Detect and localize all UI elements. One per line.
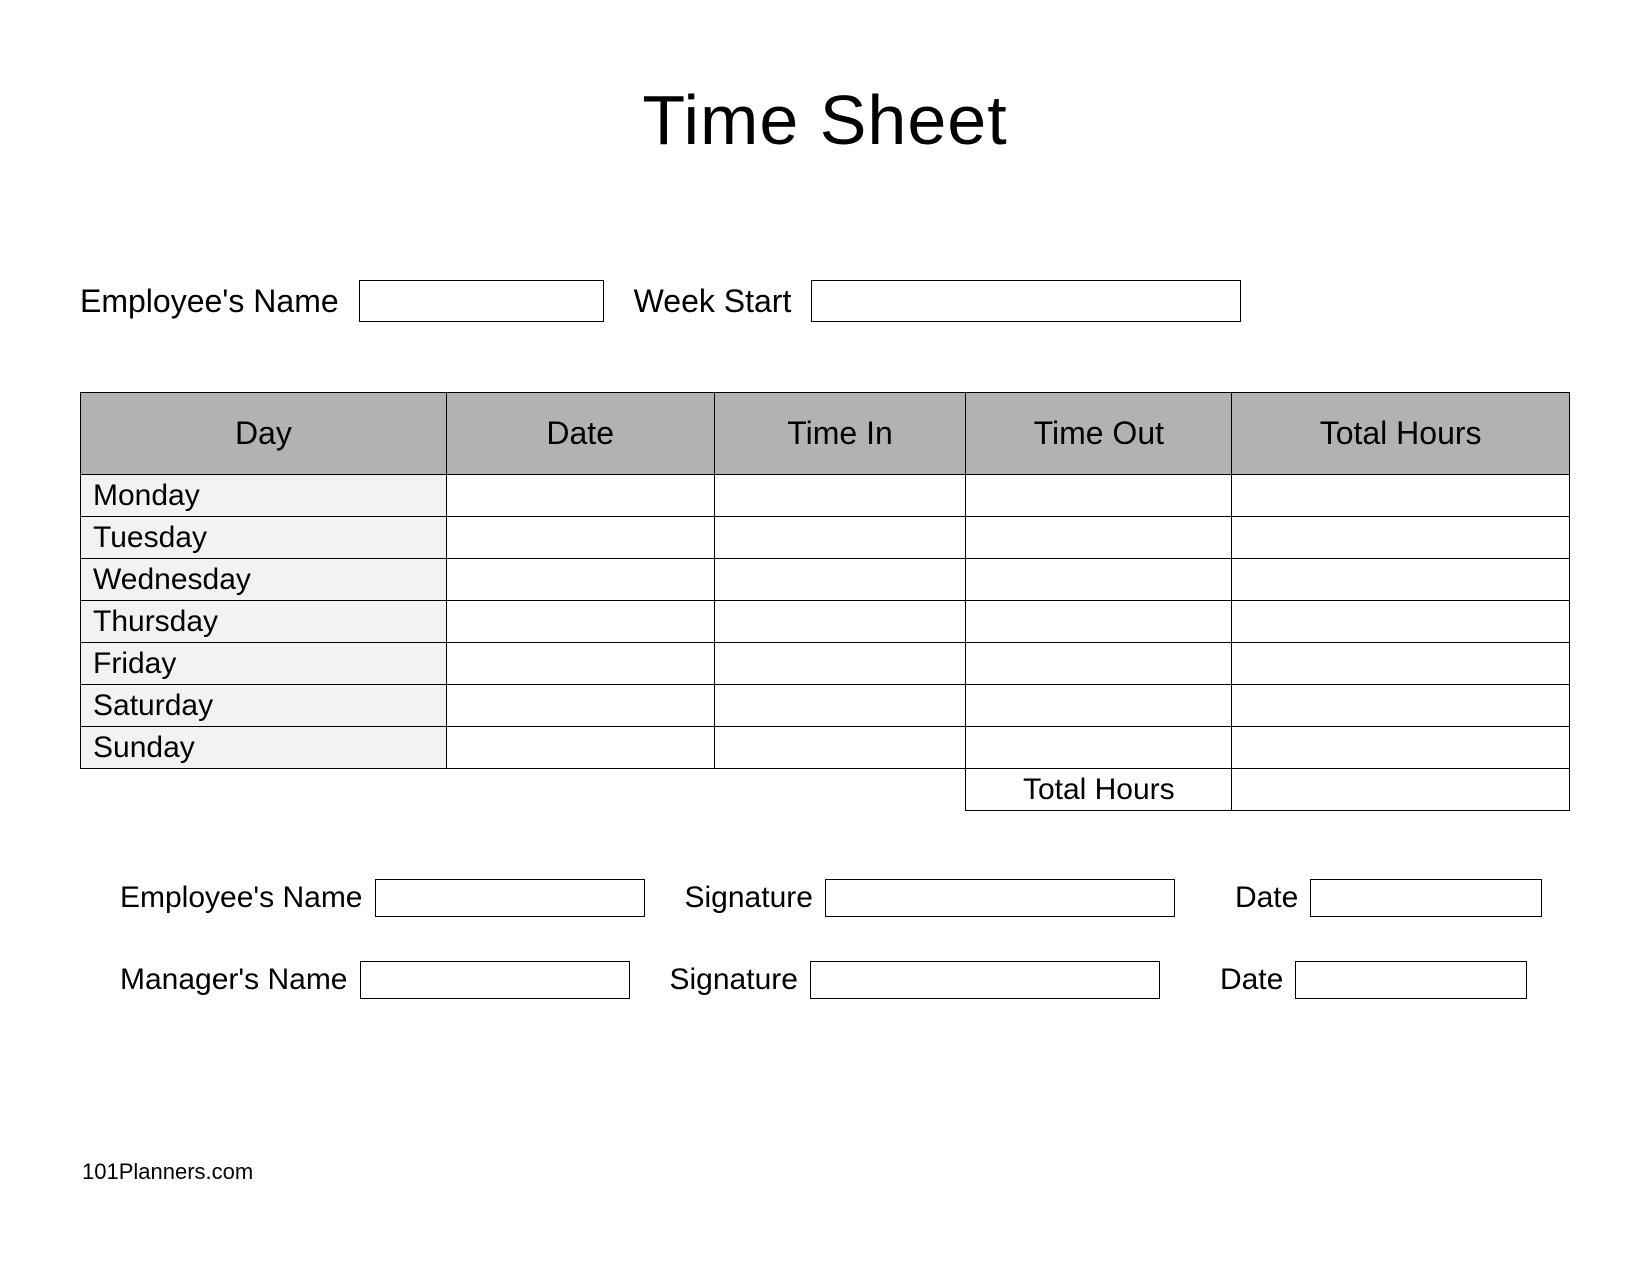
day-cell: Sunday (81, 727, 447, 769)
time-in-cell[interactable] (714, 643, 966, 685)
timesheet-table: Day Date Time In Time Out Total Hours Mo… (80, 392, 1570, 811)
date-cell[interactable] (446, 601, 714, 643)
day-cell: Saturday (81, 685, 447, 727)
signoff-section: Employee's Name Signature Date Manager's… (80, 879, 1570, 999)
employee-name-signoff-input[interactable] (375, 879, 645, 917)
attribution: 101Planners.com (82, 1159, 253, 1185)
table-row: Tuesday (81, 517, 1570, 559)
time-in-cell[interactable] (714, 727, 966, 769)
week-start-label: Week Start (634, 283, 792, 320)
date-cell[interactable] (446, 727, 714, 769)
employee-signature-input[interactable] (825, 879, 1175, 917)
employee-signature-label: Signature (685, 881, 813, 915)
date-cell[interactable] (446, 559, 714, 601)
manager-date-label: Date (1220, 963, 1283, 997)
day-cell: Thursday (81, 601, 447, 643)
header-time-in: Time In (714, 393, 966, 475)
employee-signoff-row: Employee's Name Signature Date (120, 879, 1570, 917)
time-out-cell[interactable] (966, 643, 1232, 685)
header-time-out: Time Out (966, 393, 1232, 475)
total-cell[interactable] (1232, 643, 1570, 685)
manager-signature-input[interactable] (810, 961, 1160, 999)
day-cell: Friday (81, 643, 447, 685)
time-in-cell[interactable] (714, 559, 966, 601)
employee-name-signoff-label: Employee's Name (120, 881, 363, 915)
time-out-cell[interactable] (966, 685, 1232, 727)
time-out-cell[interactable] (966, 727, 1232, 769)
time-in-cell[interactable] (714, 601, 966, 643)
employee-name-label: Employee's Name (80, 283, 339, 320)
date-cell[interactable] (446, 475, 714, 517)
table-row: Friday (81, 643, 1570, 685)
employee-date-label: Date (1235, 881, 1298, 915)
manager-date-input[interactable] (1295, 961, 1527, 999)
table-row: Sunday (81, 727, 1570, 769)
date-cell[interactable] (446, 643, 714, 685)
header-total-hours: Total Hours (1232, 393, 1570, 475)
table-row: Saturday (81, 685, 1570, 727)
footer-total-value[interactable] (1232, 769, 1570, 811)
time-out-cell[interactable] (966, 559, 1232, 601)
header-fields: Employee's Name Week Start (80, 280, 1570, 322)
date-cell[interactable] (446, 517, 714, 559)
footer-total-label: Total Hours (966, 769, 1232, 811)
time-out-cell[interactable] (966, 475, 1232, 517)
employee-date-input[interactable] (1310, 879, 1542, 917)
manager-signature-label: Signature (670, 963, 798, 997)
date-cell[interactable] (446, 685, 714, 727)
time-out-cell[interactable] (966, 517, 1232, 559)
manager-name-input[interactable] (360, 961, 630, 999)
total-cell[interactable] (1232, 475, 1570, 517)
total-cell[interactable] (1232, 685, 1570, 727)
table-footer-row: Total Hours (81, 769, 1570, 811)
total-cell[interactable] (1232, 559, 1570, 601)
time-out-cell[interactable] (966, 601, 1232, 643)
total-cell[interactable] (1232, 727, 1570, 769)
page-title: Time Sheet (80, 80, 1570, 160)
time-in-cell[interactable] (714, 517, 966, 559)
total-cell[interactable] (1232, 601, 1570, 643)
manager-name-label: Manager's Name (120, 963, 348, 997)
table-row: Monday (81, 475, 1570, 517)
time-in-cell[interactable] (714, 475, 966, 517)
day-cell: Wednesday (81, 559, 447, 601)
header-date: Date (446, 393, 714, 475)
employee-name-input[interactable] (359, 280, 604, 322)
total-cell[interactable] (1232, 517, 1570, 559)
day-cell: Monday (81, 475, 447, 517)
table-row: Thursday (81, 601, 1570, 643)
manager-signoff-row: Manager's Name Signature Date (120, 961, 1570, 999)
time-in-cell[interactable] (714, 685, 966, 727)
table-row: Wednesday (81, 559, 1570, 601)
week-start-input[interactable] (811, 280, 1241, 322)
header-day: Day (81, 393, 447, 475)
day-cell: Tuesday (81, 517, 447, 559)
